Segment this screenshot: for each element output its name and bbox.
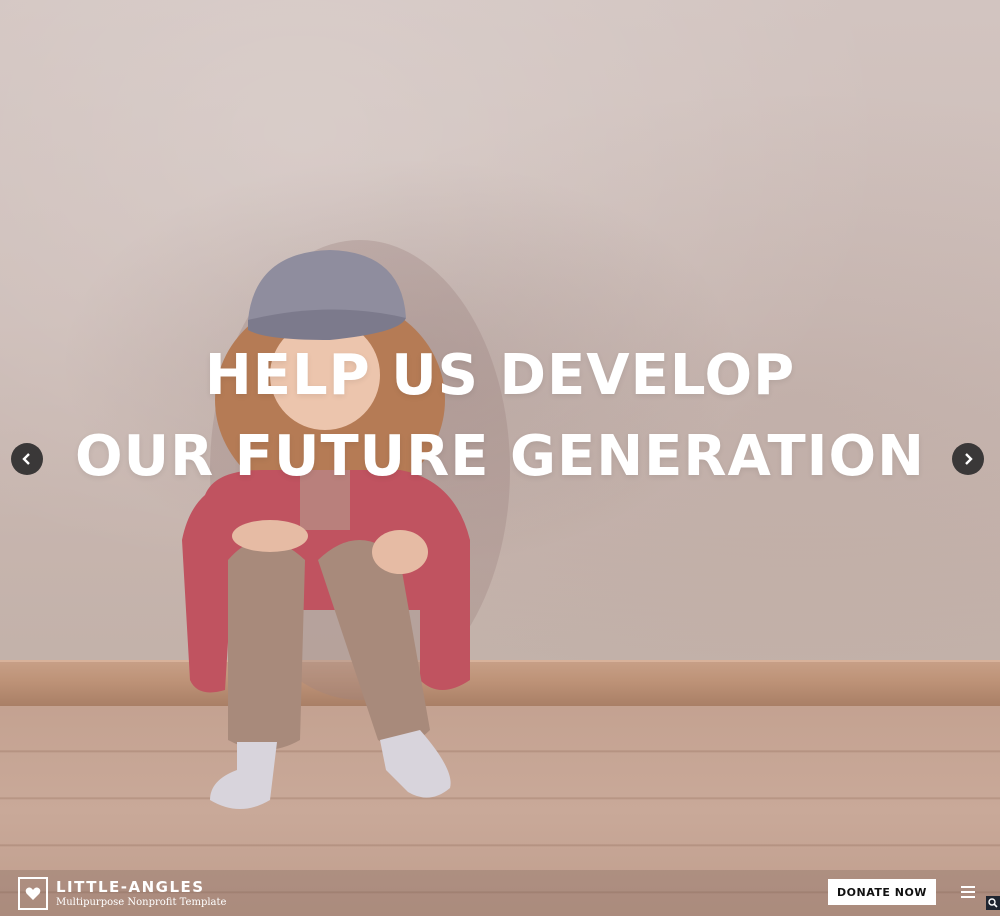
headline-line-2: OUR FUTURE GENERATION xyxy=(75,424,925,489)
chevron-right-icon xyxy=(965,453,973,465)
hero-headline: HELP US DEVELOP OUR FUTURE GENERATION xyxy=(0,340,1000,502)
logo-text: LITTLE-ANGLES Multipurpose Nonprofit Tem… xyxy=(56,878,226,910)
slider-next-button[interactable] xyxy=(952,443,984,475)
logo-box xyxy=(18,877,48,910)
chevron-left-icon xyxy=(22,453,30,465)
site-logo[interactable]: LITTLE-ANGLES Multipurpose Nonprofit Tem… xyxy=(18,877,226,910)
headline-line-1: HELP US DEVELOP xyxy=(204,343,796,408)
slider-prev-button[interactable] xyxy=(11,443,43,475)
heart-icon xyxy=(25,887,41,900)
hero-slide: HELP US DEVELOP OUR FUTURE GENERATION LI… xyxy=(0,0,1000,916)
donate-now-button[interactable]: DONATE NOW xyxy=(828,879,936,905)
brand-tagline: Multipurpose Nonprofit Template xyxy=(56,896,227,908)
search-icon[interactable] xyxy=(986,896,1000,910)
hamburger-menu-icon[interactable] xyxy=(961,886,975,898)
brand-name: LITTLE-ANGLES xyxy=(56,877,205,896)
